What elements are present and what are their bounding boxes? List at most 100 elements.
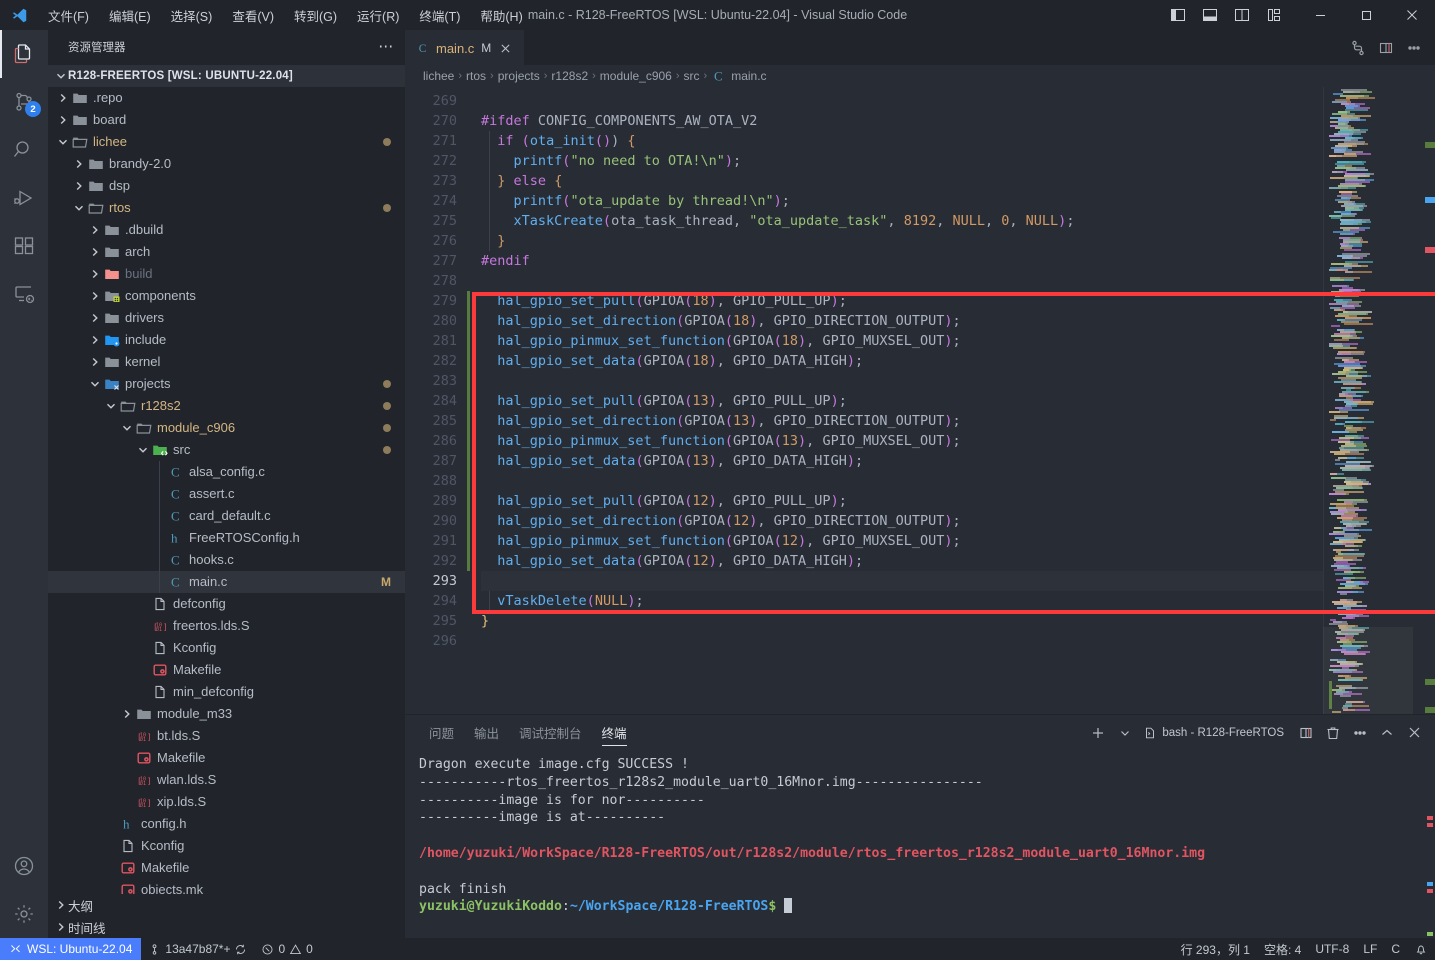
activitybar-item-accounts[interactable] xyxy=(0,842,48,890)
code-line[interactable]: hal_gpio_pinmux_set_function(GPIOA(13), … xyxy=(481,431,1323,451)
breadcrumb-item[interactable]: r128s2 xyxy=(551,69,588,83)
menu-view[interactable]: 查看(V) xyxy=(222,2,284,29)
tree-file-makefile[interactable]: Makefile xyxy=(48,857,405,879)
status-notifications[interactable] xyxy=(1407,938,1435,960)
breadcrumb-item[interactable]: main.c xyxy=(731,69,766,83)
code-line[interactable] xyxy=(481,271,1323,291)
split-terminal-icon[interactable] xyxy=(1293,720,1319,746)
menu-help[interactable]: 帮助(H) xyxy=(470,2,532,29)
file-tree[interactable]: R128-FREERTOS [WSL: UBUNTU-22.04] .repob… xyxy=(48,65,405,894)
code-line[interactable]: #endif xyxy=(481,251,1323,271)
code-line[interactable]: printf("ota_update by thread!\n"); xyxy=(481,191,1323,211)
tree-folder--dbuild[interactable]: .dbuild xyxy=(48,219,405,241)
tree-folder-r128s2[interactable]: r128s2 xyxy=(48,395,405,417)
status-eol[interactable]: LF xyxy=(1356,938,1384,960)
tree-folder-module-c906[interactable]: module_c906 xyxy=(48,417,405,439)
toggle-secondary-sidebar-icon[interactable] xyxy=(1227,2,1257,28)
code-line[interactable]: if (ota_init()) { xyxy=(481,131,1323,151)
split-editor-icon[interactable] xyxy=(1373,35,1399,61)
tree-file-xip-lds-s[interactable]: [1001]xip.lds.S xyxy=(48,791,405,813)
tree-file-makefile[interactable]: Makefile xyxy=(48,659,405,681)
minimize-button[interactable] xyxy=(1297,0,1343,30)
new-terminal-icon[interactable] xyxy=(1085,720,1111,746)
terminal-dropdown-icon[interactable] xyxy=(1112,720,1138,746)
code-line[interactable]: vTaskDelete(NULL); xyxy=(481,591,1323,611)
collapse-panel-icon[interactable] xyxy=(1374,720,1400,746)
tree-folder-components[interactable]: components xyxy=(48,285,405,307)
tree-file-freertos-lds-s[interactable]: [1001]freertos.lds.S xyxy=(48,615,405,637)
tree-file-main-c[interactable]: Cmain.cM xyxy=(48,571,405,593)
panel-tab-problems[interactable]: 问题 xyxy=(419,715,464,750)
terminal-prompt[interactable]: yuzuki@YuzukiKoddo:~/WorkSpace/R128-Free… xyxy=(419,898,1435,916)
sidebar-more-actions-icon[interactable]: ⋯ xyxy=(375,36,397,58)
tree-file-min-defconfig[interactable]: min_defconfig xyxy=(48,681,405,703)
tree-file-defconfig[interactable]: defconfig xyxy=(48,593,405,615)
panel-tab-terminal[interactable]: 终端 xyxy=(592,715,637,750)
breadcrumb-item[interactable]: rtos xyxy=(466,69,486,83)
terminal-output[interactable]: Dragon execute image.cfg SUCCESS !------… xyxy=(405,750,1435,938)
status-indentation[interactable]: 空格: 4 xyxy=(1257,938,1308,960)
tree-folder-lichee[interactable]: lichee xyxy=(48,131,405,153)
menu-file[interactable]: 文件(F) xyxy=(38,2,99,29)
close-button[interactable] xyxy=(1389,0,1435,30)
status-problems[interactable]: 0 0 xyxy=(254,938,319,960)
code-line[interactable]: } else { xyxy=(481,171,1323,191)
tree-folder-kernel[interactable]: kernel xyxy=(48,351,405,373)
tree-folder-brandy-2-0[interactable]: brandy-2.0 xyxy=(48,153,405,175)
tree-folder-include[interactable]: include xyxy=(48,329,405,351)
status-remote-indicator[interactable]: WSL: Ubuntu-22.04 xyxy=(0,938,141,960)
status-encoding[interactable]: UTF-8 xyxy=(1308,938,1356,960)
sidebar-section-outline[interactable]: 大纲 xyxy=(48,894,405,916)
code-line[interactable]: } xyxy=(481,611,1323,631)
code-line[interactable]: xTaskCreate(ota_task_thread, "ota_update… xyxy=(481,211,1323,231)
tab-main-c[interactable]: C main.c M xyxy=(405,30,524,65)
tree-file-kconfig[interactable]: Kconfig xyxy=(48,637,405,659)
activitybar-item-source-control[interactable]: 2 xyxy=(0,78,48,126)
tree-folder-src[interactable]: src xyxy=(48,439,405,461)
code-line[interactable] xyxy=(481,371,1323,391)
activitybar-item-extensions[interactable] xyxy=(0,222,48,270)
code-line[interactable]: } xyxy=(481,231,1323,251)
activitybar-item-remote-explorer[interactable] xyxy=(0,270,48,318)
tree-file-config-h[interactable]: hconfig.h xyxy=(48,813,405,835)
status-branch[interactable]: 13a47b87*+ xyxy=(141,938,254,960)
code-line[interactable]: hal_gpio_set_data(GPIOA(12), GPIO_DATA_H… xyxy=(481,551,1323,571)
code-line[interactable]: printf("no need to OTA!\n"); xyxy=(481,151,1323,171)
code-line[interactable]: hal_gpio_set_data(GPIOA(13), GPIO_DATA_H… xyxy=(481,451,1323,471)
breadcrumb-item[interactable]: projects xyxy=(498,69,540,83)
breadcrumb-item[interactable]: lichee xyxy=(423,69,454,83)
code-line[interactable]: hal_gpio_set_data(GPIOA(18), GPIO_DATA_H… xyxy=(481,351,1323,371)
code-line[interactable]: hal_gpio_set_pull(GPIOA(13), GPIO_PULL_U… xyxy=(481,391,1323,411)
tree-file-assert-c[interactable]: Cassert.c xyxy=(48,483,405,505)
minimap-slider[interactable] xyxy=(1323,627,1413,714)
code-line[interactable]: hal_gpio_set_direction(GPIOA(13), GPIO_D… xyxy=(481,411,1323,431)
code-line[interactable] xyxy=(481,471,1323,491)
toggle-primary-sidebar-icon[interactable] xyxy=(1163,2,1193,28)
overview-ruler[interactable] xyxy=(1421,87,1435,714)
code-line[interactable]: hal_gpio_set_direction(GPIOA(12), GPIO_D… xyxy=(481,511,1323,531)
tree-file-bt-lds-s[interactable]: [1001]bt.lds.S xyxy=(48,725,405,747)
tree-file-freertosconfig-h[interactable]: hFreeRTOSConfig.h xyxy=(48,527,405,549)
tree-folder-board[interactable]: board xyxy=(48,109,405,131)
tree-file-makefile[interactable]: Makefile xyxy=(48,747,405,769)
minimap[interactable] xyxy=(1323,87,1435,714)
status-language-mode[interactable]: C xyxy=(1384,938,1407,960)
status-cursor-position[interactable]: 行 293，列 1 xyxy=(1174,938,1257,960)
panel-tab-debug-console[interactable]: 调试控制台 xyxy=(509,715,592,750)
activitybar-item-manage-settings[interactable] xyxy=(0,890,48,938)
code-text-area[interactable]: #ifdef CONFIG_COMPONENTS_AW_OTA_V2 if (o… xyxy=(481,87,1323,714)
sidebar-section-timeline[interactable]: 时间线 xyxy=(48,916,405,938)
code-line[interactable] xyxy=(481,91,1323,111)
tree-folder-module-m33[interactable]: module_m33 xyxy=(48,703,405,725)
activitybar-item-explorer[interactable] xyxy=(0,30,48,78)
tree-file-alsa-config-c[interactable]: Calsa_config.c xyxy=(48,461,405,483)
tree-folder-dsp[interactable]: dsp xyxy=(48,175,405,197)
tree-file-objects-mk[interactable]: objects.mk xyxy=(48,879,405,894)
panel-tab-output[interactable]: 输出 xyxy=(464,715,509,750)
maximize-button[interactable] xyxy=(1343,0,1389,30)
menu-selection[interactable]: 选择(S) xyxy=(161,2,223,29)
code-line[interactable] xyxy=(481,631,1323,651)
breadcrumb-item[interactable]: src xyxy=(684,69,700,83)
code-line[interactable]: #ifdef CONFIG_COMPONENTS_AW_OTA_V2 xyxy=(481,111,1323,131)
split-merge-icon[interactable] xyxy=(1345,35,1371,61)
